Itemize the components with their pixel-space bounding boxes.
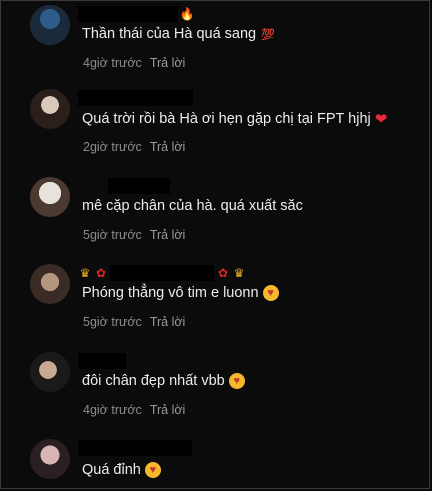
comment-item: Quá trời rồi bà Hà ơi hẹn gặp chị tại FP… bbox=[0, 89, 432, 169]
rose-icon: ✿ bbox=[95, 266, 107, 280]
comment-time: 5giờ trước bbox=[83, 315, 142, 329]
reply-link[interactable]: Trả lời bbox=[150, 403, 186, 417]
comment-text-row: mê cặp chân của hà. quá xuất săc bbox=[82, 198, 303, 214]
username-row[interactable] bbox=[78, 439, 192, 457]
comment-time: 4giờ trước bbox=[83, 403, 142, 417]
crown-icon: ♛ bbox=[79, 266, 91, 280]
comment-text: mê cặp chân của hà. quá xuất săc bbox=[82, 198, 303, 214]
fire-icon: 🔥 bbox=[179, 7, 195, 21]
redacted-username bbox=[78, 90, 193, 106]
username-row[interactable] bbox=[78, 89, 193, 107]
username-row[interactable]: 🔥 bbox=[78, 5, 194, 23]
comment-meta: 2giờ trước Trả lời bbox=[83, 140, 185, 154]
comment-text: đôi chân đẹp nhất vbb bbox=[82, 373, 225, 389]
reply-link[interactable]: Trả lời bbox=[150, 140, 186, 154]
comment-meta: 5giờ trước Trả lời bbox=[83, 228, 185, 242]
reply-link[interactable]: Trả lời bbox=[150, 315, 186, 329]
avatar[interactable] bbox=[30, 439, 70, 479]
comment-item: Quá đỉnh ♥ bbox=[0, 439, 432, 491]
redacted-username bbox=[78, 440, 192, 456]
redacted-username bbox=[78, 353, 126, 369]
username-row[interactable]: ♛ ✿ ✿ ♛ bbox=[78, 264, 246, 282]
comment-item: mê cặp chân của hà. quá xuất săc 5giờ tr… bbox=[0, 177, 432, 257]
comment-text-row: Thần thái của Hà quá sang 💯 bbox=[82, 26, 276, 42]
smiling-face-with-hearts-icon: ♥ bbox=[262, 285, 279, 301]
avatar[interactable] bbox=[30, 5, 70, 45]
comment-time: 2giờ trước bbox=[83, 140, 142, 154]
comment-text-row: đôi chân đẹp nhất vbb ♥ bbox=[82, 373, 245, 389]
comment-time: 5giờ trước bbox=[83, 228, 142, 242]
comment-meta: 4giờ trước Trả lời bbox=[83, 403, 185, 417]
reply-link[interactable]: Trả lời bbox=[150, 56, 186, 70]
avatar[interactable] bbox=[30, 177, 70, 217]
rose-icon: ✿ bbox=[217, 266, 229, 280]
comment-item: ♛ ✿ ✿ ♛ Phóng thẳng vô tim e luonn ♥ 5gi… bbox=[0, 264, 432, 344]
avatar[interactable] bbox=[30, 89, 70, 129]
hundred-points-icon: 💯 bbox=[261, 27, 275, 41]
username-row[interactable] bbox=[78, 177, 170, 195]
smiling-face-with-hearts-icon: ♥ bbox=[144, 462, 161, 478]
username-row[interactable] bbox=[78, 352, 126, 370]
comment-text-row: Quá trời rồi bà Hà ơi hẹn gặp chị tại FP… bbox=[82, 110, 387, 128]
comment-text: Phóng thẳng vô tim e luonn bbox=[82, 285, 259, 301]
redacted-username bbox=[78, 6, 178, 22]
heart-icon: ❤ bbox=[374, 111, 388, 128]
comment-item: 🔥 Thần thái của Hà quá sang 💯 4giờ trước… bbox=[0, 5, 432, 85]
avatar[interactable] bbox=[30, 352, 70, 392]
comment-text-row: Quá đỉnh ♥ bbox=[82, 462, 161, 478]
avatar[interactable] bbox=[30, 264, 70, 304]
comment-text: Quá trời rồi bà Hà ơi hẹn gặp chị tại FP… bbox=[82, 111, 371, 127]
comment-text: Quá đỉnh bbox=[82, 462, 141, 478]
crown-icon: ♛ bbox=[233, 266, 245, 280]
comment-time: 4giờ trước bbox=[83, 56, 142, 70]
redacted-username bbox=[110, 265, 214, 281]
comment-text: Thần thái của Hà quá sang bbox=[82, 26, 257, 42]
reply-link[interactable]: Trả lời bbox=[150, 228, 186, 242]
redacted-username bbox=[108, 178, 170, 194]
comment-text-row: Phóng thẳng vô tim e luonn ♥ bbox=[82, 285, 279, 301]
comment-meta: 4giờ trước Trả lời bbox=[83, 56, 185, 70]
smiling-face-with-hearts-icon: ♥ bbox=[228, 373, 245, 389]
comment-meta: 5giờ trước Trả lời bbox=[83, 315, 185, 329]
comment-item: đôi chân đẹp nhất vbb ♥ 4giờ trước Trả l… bbox=[0, 352, 432, 432]
